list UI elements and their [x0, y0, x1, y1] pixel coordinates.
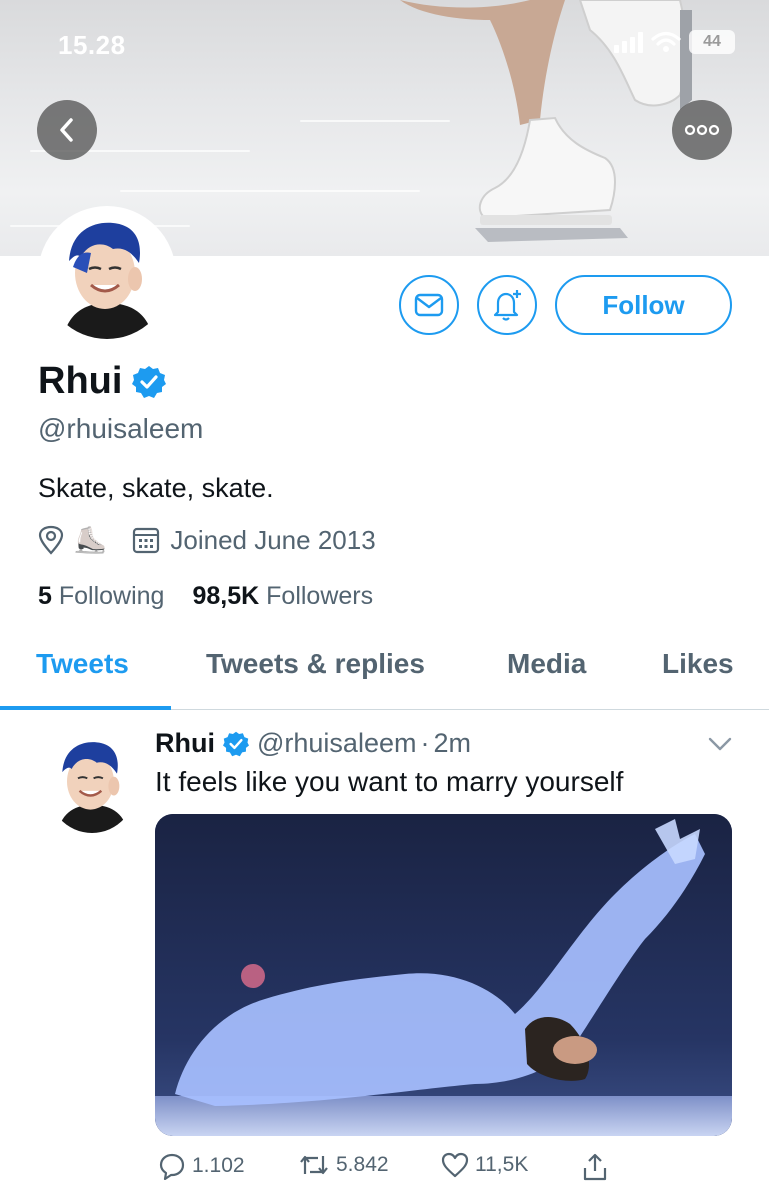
tweet-avatar[interactable]	[46, 733, 138, 833]
tweet-actions: 1.102 5.842 11,5K	[158, 1152, 618, 1188]
joined-date: Joined June 2013	[170, 524, 376, 555]
like-button[interactable]: 11,5K	[441, 1152, 528, 1178]
signal-icon	[614, 31, 643, 53]
tweet-avatar-image	[46, 733, 138, 833]
avatar-image	[43, 211, 171, 339]
more-icon	[684, 124, 720, 136]
heart-icon	[441, 1152, 469, 1178]
tweet-header: Rhui @rhuisaleem · 2m	[155, 728, 471, 759]
ice-streak	[120, 190, 420, 192]
display-name-text: Rhui	[38, 360, 123, 402]
battery-icon: 44	[689, 30, 735, 54]
location-emoji: ⛸️	[74, 524, 107, 555]
tweet-author-name[interactable]: Rhui	[155, 728, 215, 759]
back-button[interactable]	[37, 100, 97, 160]
reply-icon	[159, 1153, 185, 1180]
share-button[interactable]	[582, 1152, 608, 1182]
calendar-icon	[133, 527, 160, 554]
followers-count: 98,5K	[192, 582, 260, 610]
retweet-icon	[300, 1155, 328, 1175]
followers-link[interactable]: 98,5K Followers	[192, 582, 373, 611]
profile-meta: ⛸️ Joined June 2013	[38, 522, 376, 558]
notifications-button[interactable]	[477, 275, 537, 335]
location-icon	[38, 525, 64, 555]
reply-count: 1.102	[192, 1154, 245, 1177]
share-icon	[583, 1153, 607, 1181]
tweet-photo	[155, 814, 732, 1136]
follow-button[interactable]: Follow	[555, 275, 732, 335]
tab-tweets-replies[interactable]: Tweets & replies	[206, 648, 425, 680]
message-button[interactable]	[399, 275, 459, 335]
following-link[interactable]: 5 Following	[38, 582, 164, 611]
follow-stats: 5 Following 98,5K Followers	[38, 582, 373, 611]
bell-plus-icon	[493, 290, 521, 321]
tab-tweets[interactable]: Tweets	[36, 648, 129, 680]
tweet-text: It feels like you want to marry yourself	[155, 766, 624, 797]
profile-bio: Skate, skate, skate.	[38, 473, 274, 503]
chevron-left-icon	[60, 118, 73, 142]
followers-label: Followers	[266, 582, 374, 610]
profile-avatar[interactable]	[38, 206, 176, 344]
tweet-time: 2m	[433, 728, 471, 758]
retweet-button[interactable]: 5.842	[298, 1152, 389, 1178]
profile-handle: @rhuisaleem	[38, 413, 204, 444]
following-label: Following	[58, 582, 165, 610]
status-time: 15.28	[58, 30, 126, 60]
like-count: 11,5K	[475, 1153, 529, 1176]
display-name: Rhui	[38, 360, 167, 403]
active-tab-indicator	[0, 706, 171, 710]
status-indicators: 44	[614, 30, 735, 54]
retweet-count: 5.842	[336, 1153, 389, 1176]
verified-badge-icon	[223, 731, 249, 756]
tweet-image[interactable]	[155, 814, 732, 1136]
tweet-author-handle[interactable]: @rhuisaleem	[257, 728, 416, 759]
more-options-button[interactable]	[672, 100, 732, 160]
reply-button[interactable]: 1.102	[158, 1152, 245, 1180]
wifi-icon	[651, 31, 681, 52]
chevron-down-icon[interactable]	[707, 734, 733, 754]
mail-icon	[414, 293, 444, 317]
following-count: 5	[38, 582, 52, 610]
profile-tabs: Tweets Tweets & replies Media Likes	[0, 640, 769, 710]
tweet-separator: ·	[420, 728, 430, 758]
tab-media[interactable]: Media	[507, 648, 586, 680]
tab-likes[interactable]: Likes	[662, 648, 734, 680]
verified-badge-icon	[132, 365, 167, 398]
